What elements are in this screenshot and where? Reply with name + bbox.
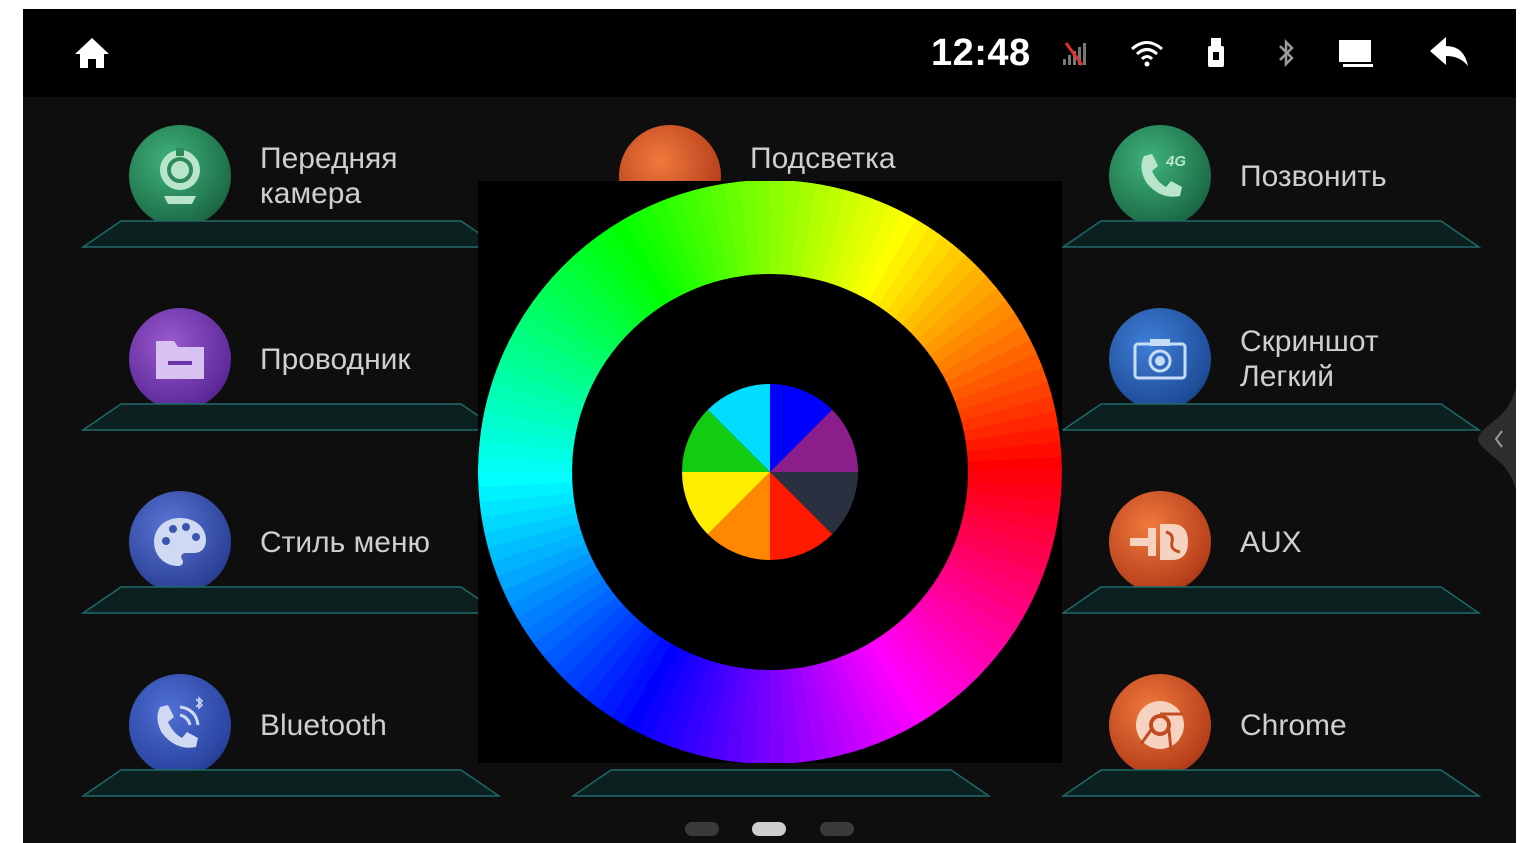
app-label-line1: Подсветка xyxy=(750,142,896,175)
app-label: Проводник xyxy=(260,342,411,377)
tile-base xyxy=(81,769,501,797)
tile-base xyxy=(1061,220,1481,248)
aux-icon xyxy=(1109,491,1211,593)
side-drawer-handle[interactable] xyxy=(1476,387,1516,491)
app-label-line1: Стиль меню xyxy=(260,526,431,559)
app-label-line1: Позвонить xyxy=(1240,160,1387,193)
app-chrome[interactable]: Chrome xyxy=(1061,672,1481,802)
status-bar: 12:48 xyxy=(23,9,1516,97)
no-signal-icon xyxy=(1057,31,1093,75)
app-label-line1: AUX xyxy=(1240,526,1302,559)
bluetooth-icon xyxy=(1271,31,1301,75)
screenshot-camera-icon xyxy=(1109,308,1211,410)
screen-icon[interactable] xyxy=(1335,31,1377,75)
app-label: Bluetooth xyxy=(260,708,387,743)
app-aux[interactable]: AUX xyxy=(1061,489,1481,619)
app-screenshot[interactable]: Скриншот Легкий xyxy=(1061,306,1481,436)
app-label: Позвонить xyxy=(1240,159,1387,194)
color-picker-dialog xyxy=(478,180,1062,764)
folder-icon xyxy=(129,308,231,410)
front-camera-icon xyxy=(129,125,231,227)
app-label: Подсветка xyxy=(750,141,896,176)
app-label-line2: Легкий xyxy=(1240,360,1334,393)
page-dot[interactable] xyxy=(685,822,719,836)
tile-base xyxy=(1061,769,1481,797)
tile-base xyxy=(1061,403,1481,431)
usb-icon xyxy=(1201,31,1231,75)
page-dot[interactable] xyxy=(820,822,854,836)
svg-text:4G: 4G xyxy=(1165,153,1186,170)
page-dot-active[interactable] xyxy=(752,822,786,836)
app-call[interactable]: 4G Позвонить xyxy=(1061,123,1481,253)
tile-base xyxy=(1061,586,1481,614)
app-label: Chrome xyxy=(1240,708,1347,743)
clock: 12:48 xyxy=(931,32,1031,74)
wifi-icon xyxy=(1127,31,1167,75)
app-label-line1: Передняя xyxy=(260,142,398,175)
app-label-line1: Скриншот xyxy=(1240,325,1379,358)
tile-base xyxy=(81,220,501,248)
tile-base xyxy=(81,403,501,431)
head-unit-screen: 12:48 Передняя камера Подсветка 4G Позво… xyxy=(23,9,1516,843)
color-swatch-wheel xyxy=(682,384,858,560)
app-front-camera[interactable]: Передняя камера xyxy=(81,123,501,253)
phone-4g-icon: 4G xyxy=(1109,125,1211,227)
app-label: Передняя камера xyxy=(260,141,398,211)
app-label: AUX xyxy=(1240,525,1302,560)
back-icon[interactable] xyxy=(1425,31,1473,75)
tile-base xyxy=(81,586,501,614)
bluetooth-phone-icon xyxy=(129,674,231,776)
app-menu-style[interactable]: Стиль меню xyxy=(81,489,501,619)
app-file-manager[interactable]: Проводник xyxy=(81,306,501,436)
app-label: Скриншот Легкий xyxy=(1240,324,1379,394)
palette-icon xyxy=(129,491,231,593)
app-label-line1: Bluetooth xyxy=(260,709,387,742)
tile-base xyxy=(571,769,991,797)
app-label-line1: Проводник xyxy=(260,343,411,376)
app-label-line1: Chrome xyxy=(1240,709,1347,742)
app-bluetooth[interactable]: Bluetooth xyxy=(81,672,501,802)
app-label-line2: камера xyxy=(260,177,362,210)
chrome-icon xyxy=(1109,674,1211,776)
page-indicator xyxy=(685,822,855,836)
home-icon[interactable] xyxy=(69,31,115,75)
app-label: Стиль меню xyxy=(260,525,430,560)
